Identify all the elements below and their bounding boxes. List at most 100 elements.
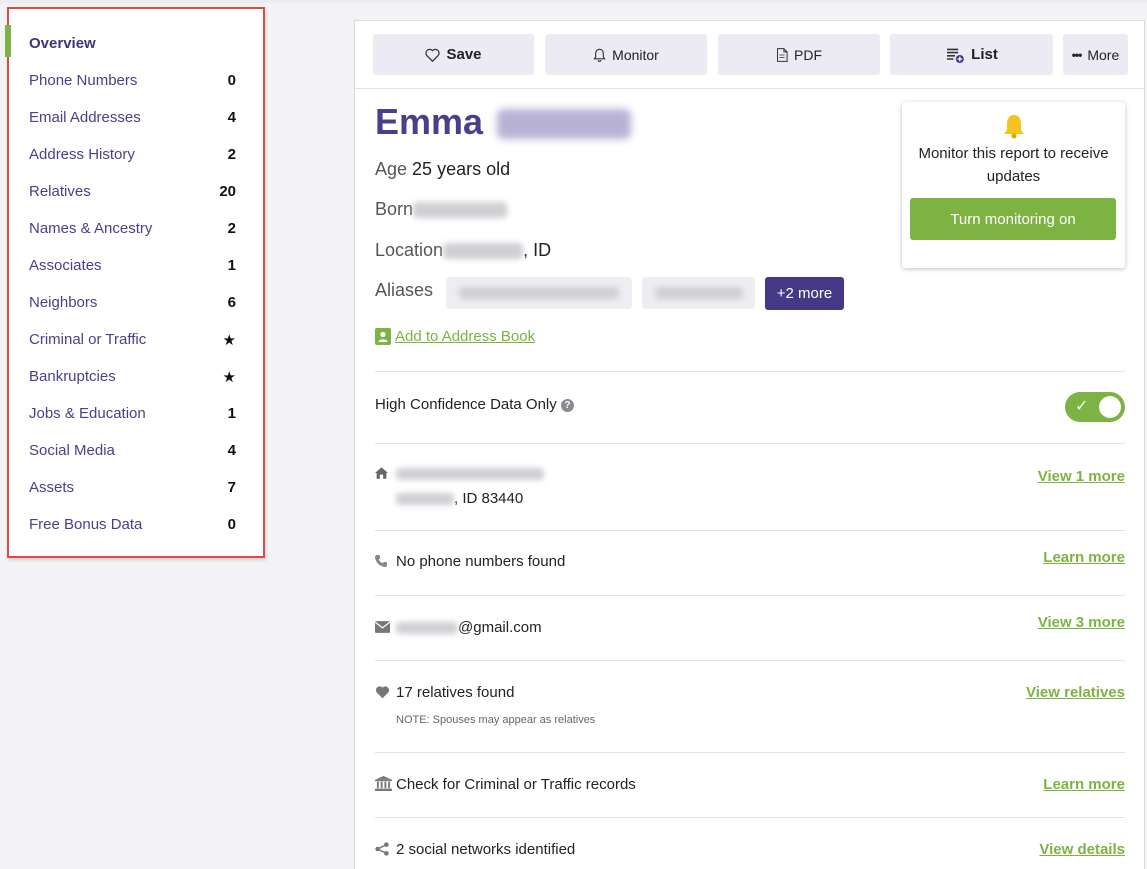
sidebar-item-bankruptcies[interactable]: Bankruptcies ★ (9, 358, 263, 395)
age-label: Age (375, 159, 408, 179)
divider (375, 530, 1125, 531)
list-label: List (971, 46, 998, 63)
heart-outline-icon (425, 48, 441, 62)
redacted-city (396, 493, 454, 506)
relatives-count-text: 17 relatives found (396, 684, 515, 701)
sidebar-item-email-addresses[interactable]: Email Addresses 4 (9, 99, 263, 136)
star-icon: ★ (222, 368, 236, 386)
sidebar-item-count: 20 (219, 183, 236, 200)
criminal-row: Check for Criminal or Traffic records Le… (375, 776, 1125, 798)
turn-monitoring-on-button[interactable]: Turn monitoring on (910, 198, 1116, 240)
relatives-note: NOTE: Spouses may appear as relatives (396, 714, 596, 726)
sidebar-item-label: Jobs & Education (29, 405, 146, 422)
address-city-line: , ID 83440 (396, 490, 523, 507)
location-line: Location , ID (375, 240, 551, 261)
sidebar-item-count: 2 (227, 220, 236, 237)
view-relatives-link[interactable]: View relatives (1026, 684, 1125, 701)
star-icon: ★ (222, 331, 236, 349)
address-zip: , ID 83440 (454, 490, 524, 507)
born-line: Born (375, 199, 508, 220)
more-aliases-button[interactable]: +2 more (765, 277, 844, 310)
high-confidence-label: High Confidence Data Only ? (375, 396, 574, 413)
add-to-address-book-link[interactable]: Add to Address Book (375, 328, 535, 345)
monitor-label: Monitor (612, 46, 659, 63)
sidebar-item-count: 4 (227, 109, 236, 126)
sidebar-item-label: Bankruptcies (29, 368, 116, 385)
relatives-row: 17 relatives found NOTE: Spouses may app… (375, 684, 1125, 732)
pdf-button[interactable]: PDF (718, 34, 880, 75)
add-to-list-button[interactable]: List (890, 34, 1053, 75)
phone-learn-more-link[interactable]: Learn more (1043, 549, 1125, 566)
alias-chip (642, 277, 755, 309)
sidebar-item-label: Associates (29, 257, 102, 274)
person-first-name: Emma (375, 101, 484, 142)
bell-outline-icon (593, 48, 606, 62)
social-row: 2 social networks identified View detail… (375, 841, 1125, 863)
sidebar-item-label: Social Media (29, 442, 115, 459)
view-more-addresses-link[interactable]: View 1 more (1038, 468, 1125, 485)
alias-chip (446, 277, 632, 309)
sidebar-item-count: 0 (227, 72, 236, 89)
social-networks-text: 2 social networks identified (396, 841, 576, 858)
divider (375, 817, 1125, 818)
toggle-knob (1099, 396, 1121, 418)
location-state: , ID (523, 240, 552, 260)
divider (375, 595, 1125, 596)
sidebar-item-associates[interactable]: Associates 1 (9, 247, 263, 284)
sidebar-item-jobs-education[interactable]: Jobs & Education 1 (9, 395, 263, 432)
divider (375, 752, 1125, 753)
aliases-line: Aliases (375, 280, 433, 301)
age-value: 25 years old (412, 159, 511, 179)
sidebar-item-criminal-traffic[interactable]: Criminal or Traffic ★ (9, 321, 263, 358)
divider (375, 660, 1125, 661)
high-confidence-row: High Confidence Data Only ? ✓ (375, 392, 1125, 424)
list-add-icon (947, 48, 964, 63)
person-name: Emma (375, 101, 632, 143)
sidebar-item-count: 2 (227, 146, 236, 163)
sidebar-item-social-media[interactable]: Social Media 4 (9, 432, 263, 469)
sidebar-item-names-ancestry[interactable]: Names & Ancestry 2 (9, 210, 263, 247)
phone-icon (375, 555, 387, 567)
sidebar-item-label: Phone Numbers (29, 72, 138, 89)
more-menu-button[interactable]: ••• More (1063, 34, 1128, 75)
sidebar-item-label: Relatives (29, 183, 91, 200)
help-icon[interactable]: ? (560, 399, 574, 412)
report-sidebar: Overview Phone Numbers 0 Email Addresses… (5, 7, 265, 558)
sidebar-item-count: 4 (227, 442, 236, 459)
sidebar-item-label: Names & Ancestry (29, 220, 153, 237)
sidebar-item-assets[interactable]: Assets 7 (9, 469, 263, 506)
born-label: Born (375, 199, 414, 219)
location-label: Location (375, 240, 444, 260)
monitor-callout-text: Monitor this report to receive updates (918, 145, 1109, 185)
view-social-details-link[interactable]: View details (1039, 841, 1125, 858)
sidebar-item-free-bonus-data[interactable]: Free Bonus Data 0 (9, 506, 263, 543)
sidebar-item-overview[interactable]: Overview (9, 25, 263, 62)
sidebar-item-count: 6 (227, 294, 236, 311)
view-more-emails-link[interactable]: View 3 more (1038, 614, 1125, 631)
no-phone-text: No phone numbers found (396, 553, 566, 570)
save-button[interactable]: Save (373, 34, 534, 75)
envelope-icon (375, 621, 390, 633)
sidebar-item-neighbors[interactable]: Neighbors 6 (9, 284, 263, 321)
checkmark-icon: ✓ (1075, 398, 1089, 415)
sidebar-item-count: 1 (227, 257, 236, 274)
sidebar-item-count: 7 (227, 479, 236, 496)
email-row: @gmail.com View 3 more (375, 614, 1125, 641)
high-confidence-toggle[interactable]: ✓ (1065, 392, 1125, 422)
sidebar-item-relatives[interactable]: Relatives 20 (9, 173, 263, 210)
sidebar-item-address-history[interactable]: Address History 2 (9, 136, 263, 173)
age-line: Age 25 years old (375, 159, 510, 180)
home-icon (375, 467, 388, 479)
criminal-learn-more-link[interactable]: Learn more (1043, 776, 1125, 793)
ellipsis-icon: ••• (1071, 47, 1083, 62)
redacted-street (396, 465, 544, 482)
divider (375, 371, 1125, 372)
phone-row: No phone numbers found Learn more (375, 549, 1125, 575)
share-icon (375, 842, 389, 856)
sidebar-item-phone-numbers[interactable]: Phone Numbers 0 (9, 62, 263, 99)
report-toolbar: Save Monitor PDF List ••• More (355, 21, 1144, 89)
redacted-email-user (396, 622, 458, 635)
divider (375, 443, 1125, 444)
monitor-button[interactable]: Monitor (545, 34, 707, 75)
redacted-alias (459, 287, 619, 299)
